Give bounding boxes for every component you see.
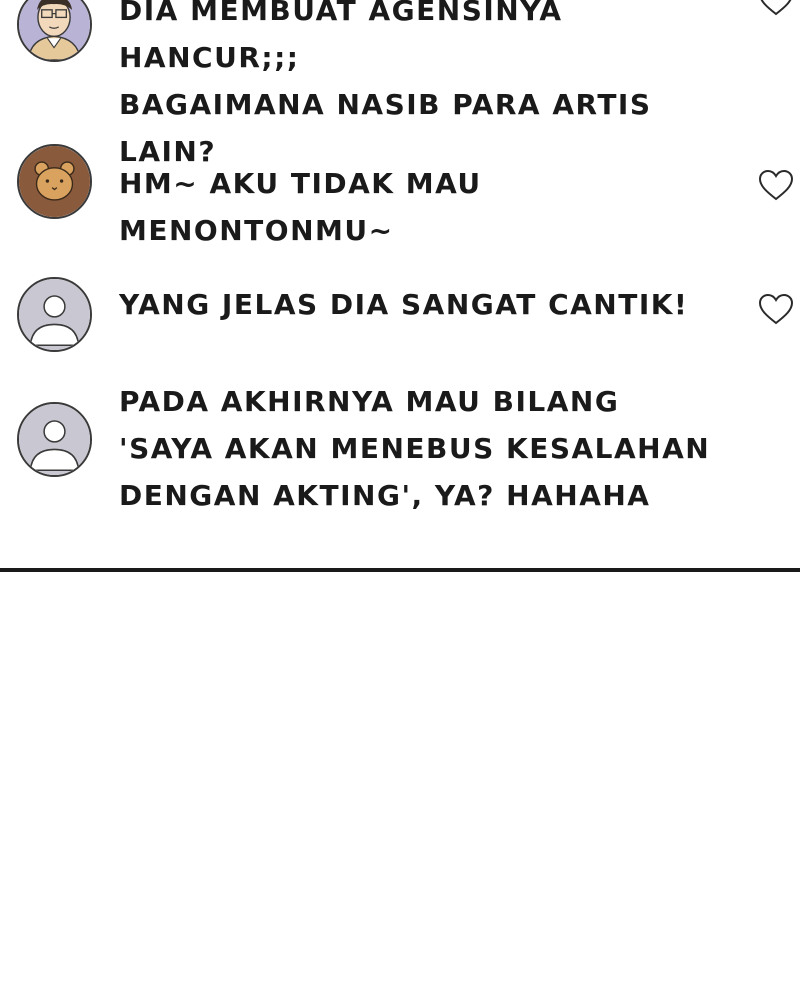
default-user-avatar[interactable] <box>17 277 92 352</box>
bear-avatar[interactable] <box>17 144 92 219</box>
user-silhouette-icon <box>19 404 90 475</box>
user-silhouette-icon <box>19 279 90 350</box>
heart-icon[interactable] <box>757 0 795 17</box>
glasses-man-avatar-icon <box>19 0 90 60</box>
comment-text: DIA MEMBUAT AGENSINYA HANCUR;;; BAGAIMAN… <box>119 0 652 168</box>
section-divider <box>0 568 800 572</box>
default-user-avatar[interactable] <box>17 402 92 477</box>
heart-icon[interactable] <box>757 168 795 202</box>
comment-text: HM~ AKU TIDAK MAU MENONTONMU~ <box>119 167 482 247</box>
comment-text: YANG JELAS DIA SANGAT CANTIK! <box>119 288 689 321</box>
glasses-man-avatar[interactable] <box>17 0 92 62</box>
comment-text: PADA AKHIRNYA MAU BILANG 'SAYA AKAN MENE… <box>119 385 711 512</box>
heart-icon[interactable] <box>757 292 795 326</box>
bear-avatar-icon <box>19 146 90 217</box>
